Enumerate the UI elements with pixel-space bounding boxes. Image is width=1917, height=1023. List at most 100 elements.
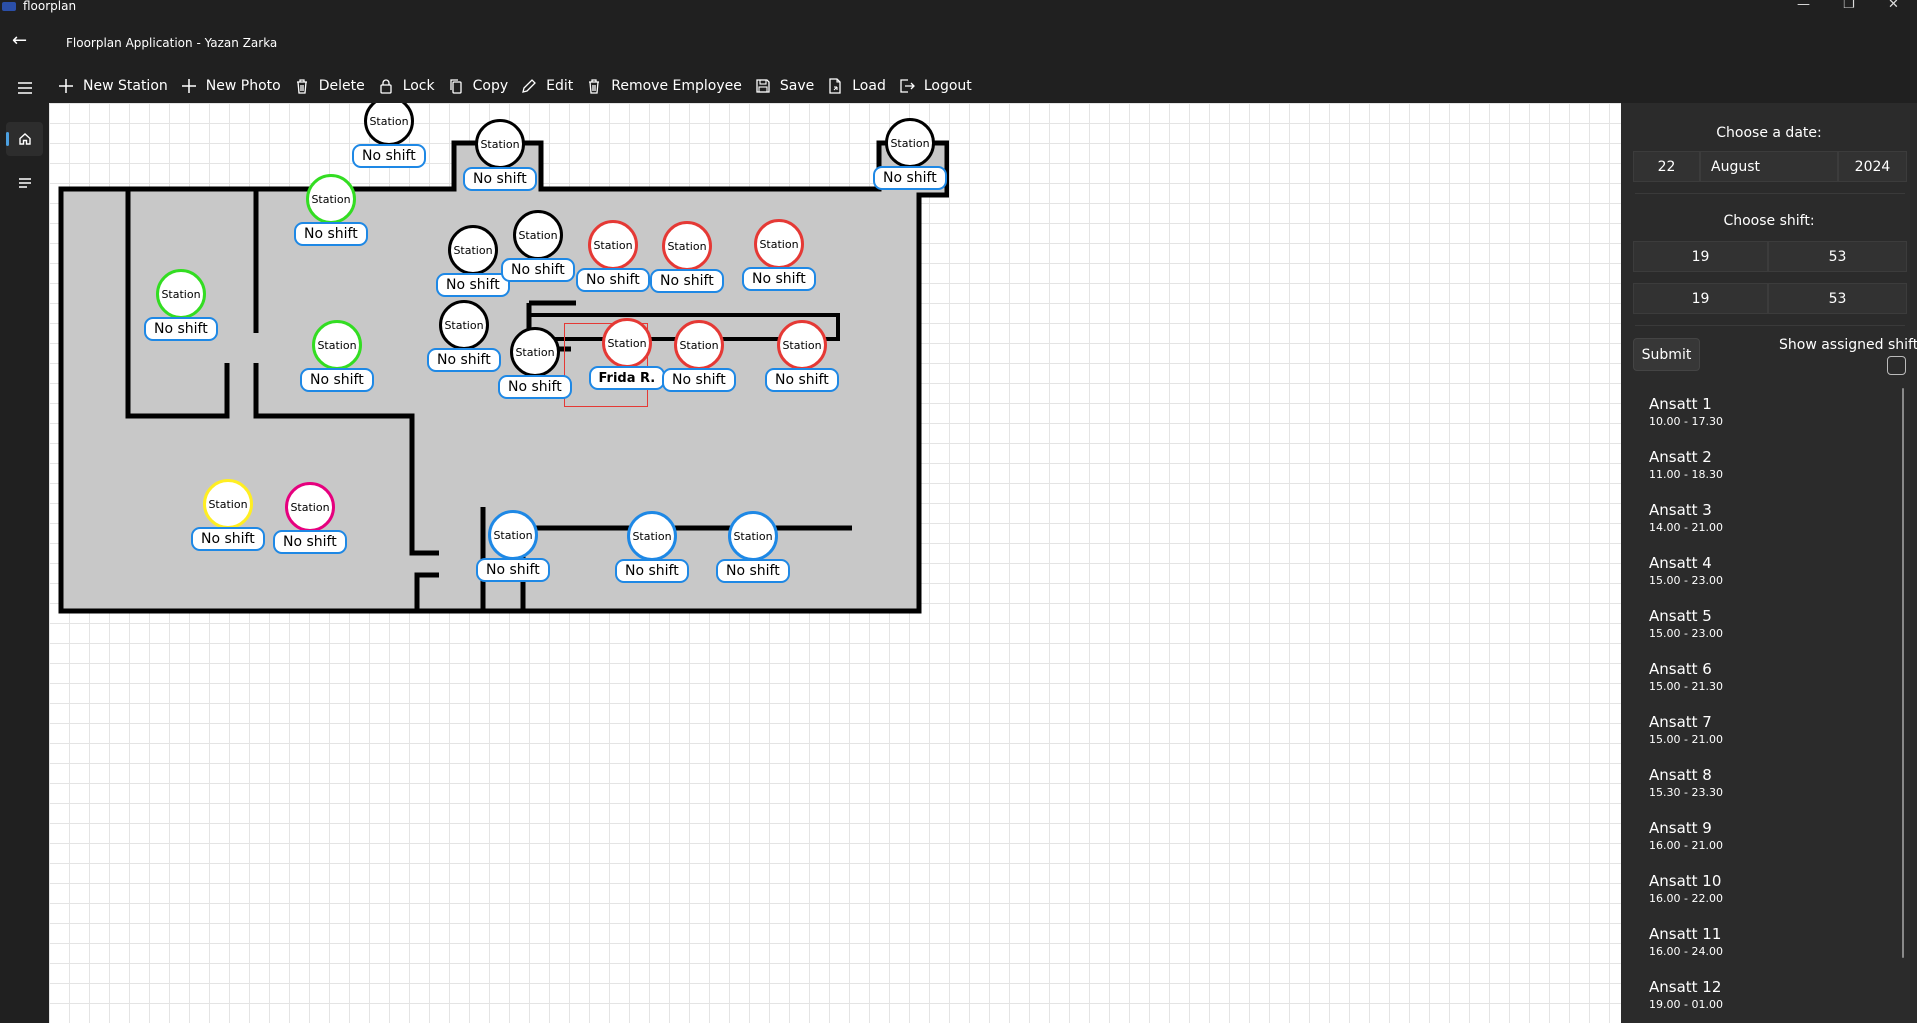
station-circle[interactable]: Station: [754, 219, 804, 269]
shift-start-minute-picker[interactable]: 53: [1768, 241, 1907, 272]
station-shift-label[interactable]: No shift: [498, 375, 572, 399]
maximize-button[interactable]: ❐: [1843, 0, 1855, 12]
employee-list-item[interactable]: Ansatt 5 15.00 - 23.00: [1649, 607, 1723, 640]
station-shift-label[interactable]: No shift: [436, 273, 510, 297]
employee-list-item[interactable]: Ansatt 12 19.00 - 01.00: [1649, 978, 1723, 1011]
show-assigned-shifts-checkbox[interactable]: [1887, 356, 1906, 375]
employee-list-item[interactable]: Ansatt 9 16.00 - 21.00: [1649, 819, 1723, 852]
employee-name: Ansatt 4: [1649, 554, 1712, 572]
station-shift-label[interactable]: No shift: [294, 222, 368, 246]
station-circle[interactable]: Station: [306, 174, 356, 224]
station-shift-label[interactable]: No shift: [662, 368, 736, 392]
station-shift-label[interactable]: No shift: [716, 559, 790, 583]
station-circle[interactable]: Station: [510, 327, 560, 377]
station-shift-label[interactable]: No shift: [501, 258, 575, 282]
employee-list-item[interactable]: Ansatt 11 16.00 - 24.00: [1649, 925, 1723, 958]
station-shift-label[interactable]: No shift: [476, 558, 550, 582]
nav-home[interactable]: [6, 122, 43, 156]
employee-list-item[interactable]: Ansatt 4 15.00 - 23.00: [1649, 554, 1723, 587]
new-photo-button[interactable]: New Photo: [174, 68, 287, 103]
station-circle[interactable]: Station: [662, 221, 712, 271]
delete-button[interactable]: Delete: [287, 68, 371, 103]
station-circle[interactable]: Station: [439, 300, 489, 350]
station-shift-label[interactable]: No shift: [427, 348, 501, 372]
station-circle[interactable]: Station: [312, 320, 362, 370]
station-circle[interactable]: Station: [602, 318, 652, 368]
remove-employee-button[interactable]: Remove Employee: [579, 68, 748, 103]
station-circle[interactable]: Station: [203, 479, 253, 529]
left-nav: [0, 68, 49, 1023]
employee-list-item[interactable]: Ansatt 1 10.00 - 17.30: [1649, 395, 1723, 428]
close-button[interactable]: ✕: [1888, 0, 1899, 12]
station-circle[interactable]: Station: [728, 511, 778, 561]
station-circle[interactable]: Station: [448, 225, 498, 275]
lock-label: Lock: [402, 77, 435, 94]
station-shift-label[interactable]: Frida R.: [588, 366, 666, 390]
station-circle[interactable]: Station: [885, 118, 935, 168]
station-circle[interactable]: Station: [488, 510, 538, 560]
employee-list-item[interactable]: Ansatt 3 14.00 - 21.00: [1649, 501, 1723, 534]
hamburger-menu-button[interactable]: [6, 71, 43, 105]
station-circle[interactable]: Station: [475, 119, 525, 169]
date-year-picker[interactable]: 2024: [1838, 151, 1907, 182]
open-file-icon: [826, 77, 844, 95]
station-shift-label[interactable]: No shift: [144, 317, 218, 341]
employee-name: Ansatt 2: [1649, 448, 1712, 466]
station-circle[interactable]: Station: [156, 269, 206, 319]
date-label: Choose a date:: [1716, 125, 1822, 141]
edit-button[interactable]: Edit: [514, 68, 579, 103]
scrollbar[interactable]: [1902, 388, 1904, 958]
shift-end-minute-picker[interactable]: 53: [1768, 283, 1907, 314]
employee-shift-time: 15.00 - 23.00: [1649, 627, 1723, 640]
new-station-button[interactable]: New Station: [51, 68, 174, 103]
nav-list[interactable]: [6, 166, 43, 200]
employee-list-item[interactable]: Ansatt 7 15.00 - 21.00: [1649, 713, 1723, 746]
shift-start-hour-picker[interactable]: 19: [1633, 241, 1768, 272]
date-day-picker[interactable]: 22: [1633, 151, 1700, 182]
station-circle[interactable]: Station: [285, 482, 335, 532]
station-shift-label[interactable]: No shift: [650, 269, 724, 293]
show-assigned-shifts-label: Show assigned shifts: [1779, 337, 1917, 353]
station-circle[interactable]: Station: [513, 210, 563, 260]
load-button[interactable]: Load: [820, 68, 892, 103]
station-shift-label[interactable]: No shift: [300, 368, 374, 392]
save-button[interactable]: Save: [748, 68, 820, 103]
station-circle[interactable]: Station: [674, 320, 724, 370]
employee-list-item[interactable]: Ansatt 6 15.00 - 21.30: [1649, 660, 1723, 693]
station-shift-label[interactable]: No shift: [463, 167, 537, 191]
date-month-picker[interactable]: August: [1700, 151, 1838, 182]
station-circle[interactable]: Station: [777, 320, 827, 370]
station-circle[interactable]: Station: [588, 220, 638, 270]
station-shift-label[interactable]: No shift: [873, 166, 947, 190]
employee-list-item[interactable]: Ansatt 10 16.00 - 22.00: [1649, 872, 1723, 905]
floorplan-canvas[interactable]: Station No shift Station No shift Station No …: [49, 103, 1621, 1023]
copy-icon: [447, 77, 465, 95]
employee-list-item[interactable]: Ansatt 8 15.30 - 23.30: [1649, 766, 1723, 799]
lock-icon: [377, 77, 395, 95]
station-shift-label[interactable]: No shift: [576, 268, 650, 292]
shift-end-hour-picker[interactable]: 19: [1633, 283, 1768, 314]
command-bar: New Station New Photo Delete Lock Copy E…: [49, 68, 1917, 103]
station-shift-label[interactable]: No shift: [273, 530, 347, 554]
station-shift-label[interactable]: No shift: [352, 144, 426, 168]
minimize-button[interactable]: —: [1797, 0, 1810, 12]
employee-name: Ansatt 10: [1649, 872, 1722, 890]
station-shift-label[interactable]: No shift: [615, 559, 689, 583]
station-circle[interactable]: Station: [627, 511, 677, 561]
divider: [1635, 193, 1905, 194]
employee-list: Ansatt 1 10.00 - 17.30 Ansatt 2 11.00 - 18.…: [1621, 383, 1917, 1023]
station-shift-label[interactable]: No shift: [765, 368, 839, 392]
page-title: Floorplan Application - Yazan Zarka: [66, 36, 278, 50]
copy-button[interactable]: Copy: [441, 68, 515, 103]
lock-button[interactable]: Lock: [371, 68, 441, 103]
station-shift-label[interactable]: No shift: [191, 527, 265, 551]
station-shift-label[interactable]: No shift: [742, 267, 816, 291]
employee-shift-time: 15.00 - 21.30: [1649, 680, 1723, 693]
logout-button[interactable]: Logout: [892, 68, 978, 103]
remove-employee-label: Remove Employee: [611, 77, 742, 94]
submit-button[interactable]: Submit: [1633, 338, 1700, 371]
employee-list-item[interactable]: Ansatt 2 11.00 - 18.30: [1649, 448, 1723, 481]
back-button[interactable]: ←: [12, 30, 34, 52]
employee-shift-time: 16.00 - 24.00: [1649, 945, 1723, 958]
trash-icon: [585, 77, 603, 95]
